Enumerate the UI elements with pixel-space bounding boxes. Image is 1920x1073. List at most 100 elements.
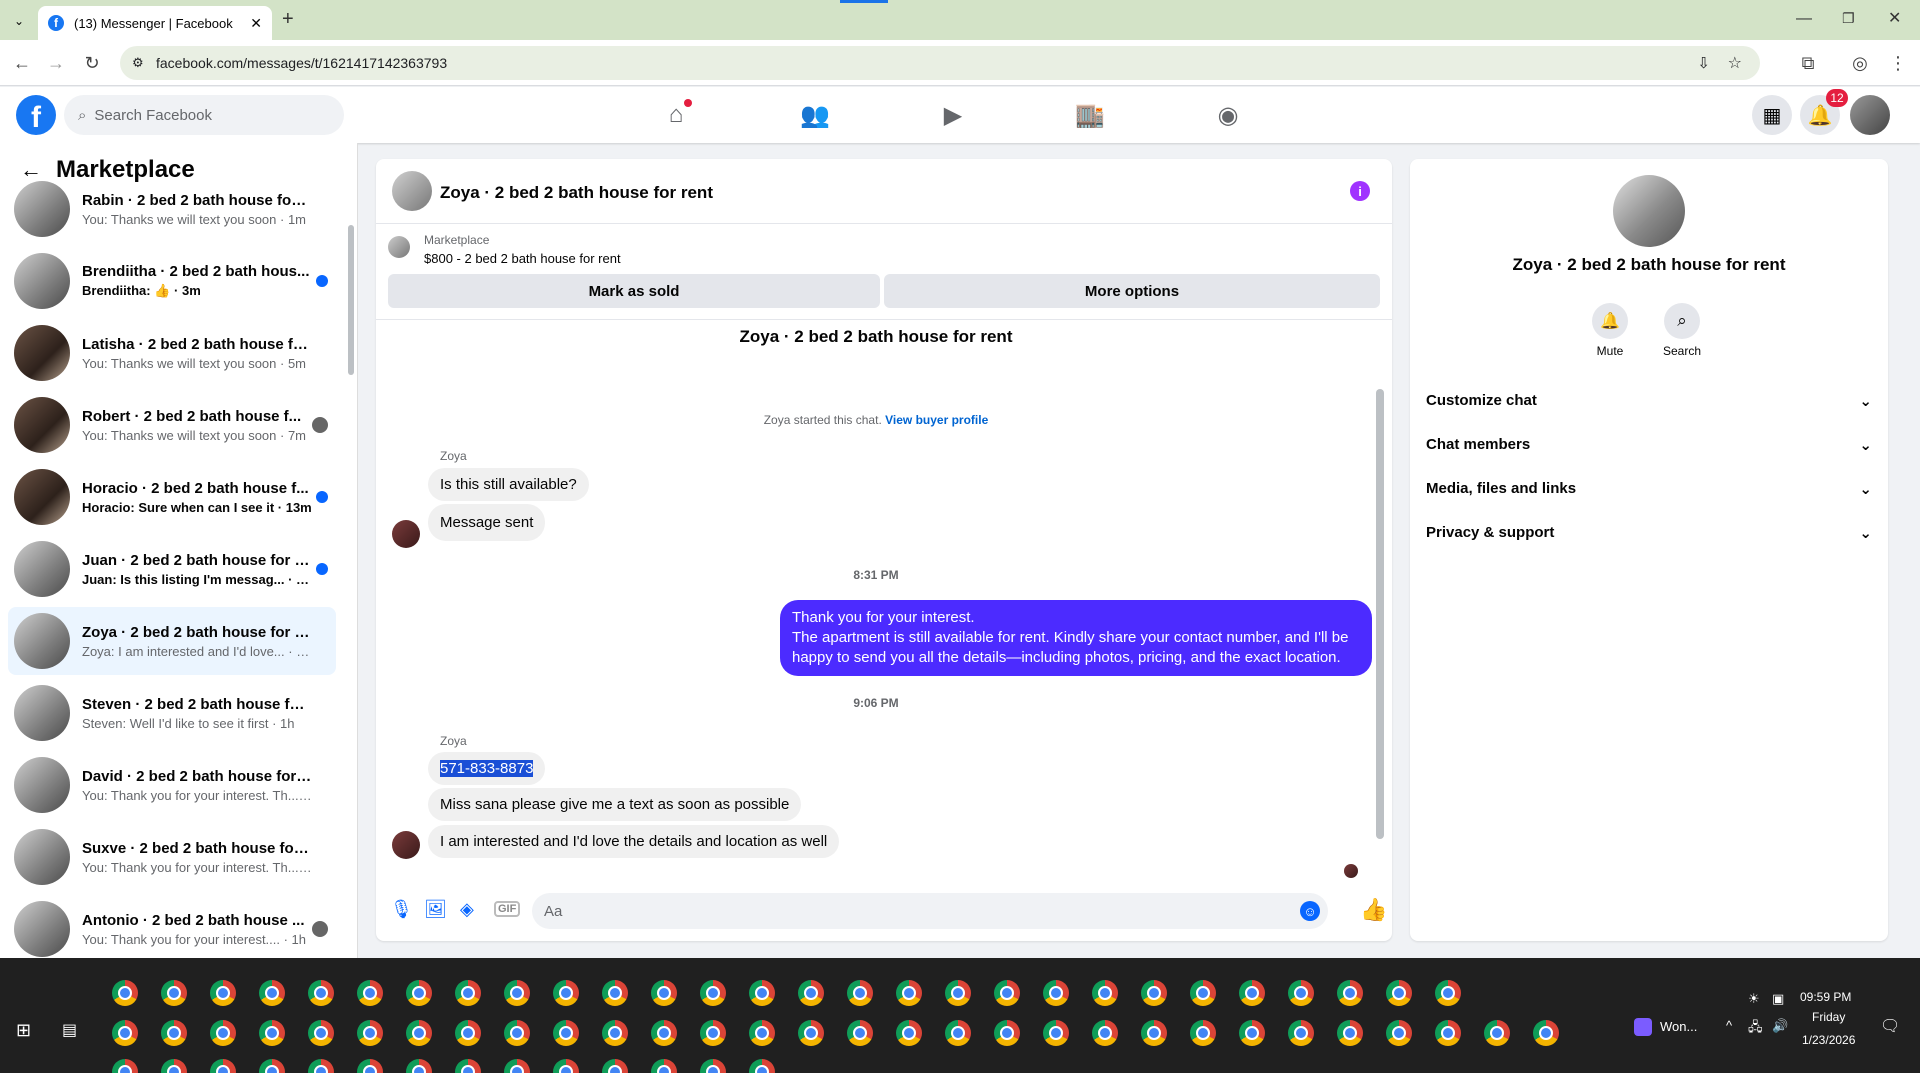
chrome-taskbar-icon[interactable] [798, 980, 824, 1006]
facebook-logo[interactable]: f [16, 95, 56, 135]
selected-phone-number[interactable]: 571-833-8873 [440, 760, 534, 777]
zoom-app-icon[interactable] [1634, 1018, 1652, 1036]
profile-icon[interactable]: ◎ [1846, 49, 1874, 77]
chrome-taskbar-icon[interactable] [1435, 1020, 1461, 1046]
chrome-taskbar-icon[interactable] [1141, 980, 1167, 1006]
chrome-taskbar-icon[interactable] [749, 1059, 775, 1073]
chrome-taskbar-icon[interactable] [1092, 1020, 1118, 1046]
volume-icon[interactable]: 🔊 [1772, 1018, 1788, 1034]
minimize-icon[interactable]: — [1796, 10, 1812, 28]
marketplace-nav-icon[interactable]: 🏬 [1070, 97, 1110, 133]
chrome-taskbar-icon[interactable] [1239, 1020, 1265, 1046]
chrome-taskbar-icon[interactable] [210, 980, 236, 1006]
chrome-taskbar-icon[interactable] [259, 1020, 285, 1046]
chrome-taskbar-icon[interactable] [700, 1020, 726, 1046]
friends-nav-icon[interactable]: 👥 [795, 97, 835, 133]
clock-time[interactable]: 09:59 PM [1800, 990, 1851, 1004]
chrome-taskbar-icon[interactable] [1141, 1020, 1167, 1046]
media-files-links-section[interactable]: Media, files and links ⌄ [1426, 480, 1872, 498]
conversation-item[interactable]: David · 2 bed 2 bath house for r... You: … [8, 751, 336, 819]
chrome-taskbar-icon[interactable] [602, 1059, 628, 1073]
chrome-taskbar-icon[interactable] [553, 980, 579, 1006]
chrome-taskbar-icon[interactable] [1043, 980, 1069, 1006]
thumbs-up-icon[interactable]: 👍 [1360, 897, 1387, 923]
chrome-taskbar-icon[interactable] [700, 980, 726, 1006]
chrome-taskbar-icon[interactable] [847, 980, 873, 1006]
privacy-support-section[interactable]: Privacy & support ⌄ [1426, 524, 1872, 542]
search-chat-icon[interactable]: ⌕ [1664, 303, 1700, 339]
address-bar[interactable]: ⚙ facebook.com/messages/t/16214171423637… [120, 46, 1760, 80]
chrome-taskbar-icon[interactable] [994, 1020, 1020, 1046]
conversation-item[interactable]: Rabin · 2 bed 2 bath house for r... You: … [8, 175, 336, 243]
sender-avatar[interactable] [392, 520, 420, 548]
view-buyer-profile-link[interactable]: View buyer profile [885, 413, 988, 427]
forward-icon[interactable]: → [42, 49, 70, 77]
chrome-taskbar-icon[interactable] [1092, 980, 1118, 1006]
chrome-taskbar-icon[interactable] [945, 980, 971, 1006]
chrome-taskbar-icon[interactable] [700, 1059, 726, 1073]
message-bubble-out[interactable]: Thank you for your interest. The apartmen… [780, 600, 1372, 676]
chrome-taskbar-icon[interactable] [308, 1059, 334, 1073]
chrome-taskbar-icon[interactable] [504, 980, 530, 1006]
chrome-taskbar-icon[interactable] [1190, 1020, 1216, 1046]
sender-avatar[interactable] [392, 831, 420, 859]
chrome-taskbar-icon[interactable] [112, 1059, 138, 1073]
message-bubble-in[interactable]: Miss sana please give me a text as soon … [428, 788, 802, 821]
chrome-taskbar-icon[interactable] [357, 1059, 383, 1073]
chrome-taskbar-icon[interactable] [1043, 1020, 1069, 1046]
windows-start-icon[interactable]: ⊞ [16, 1020, 31, 1041]
chrome-taskbar-icon[interactable] [1288, 980, 1314, 1006]
details-avatar[interactable] [1613, 175, 1685, 247]
chrome-taskbar-icon[interactable] [210, 1020, 236, 1046]
chrome-taskbar-icon[interactable] [896, 980, 922, 1006]
chrome-taskbar-icon[interactable] [455, 980, 481, 1006]
back-icon[interactable]: ← [8, 49, 36, 77]
mute-bell-icon[interactable]: 🔔 [1592, 303, 1628, 339]
chrome-taskbar-icon[interactable] [1239, 980, 1265, 1006]
photo-icon[interactable]: 🖼 [424, 899, 447, 920]
message-bubble-in[interactable]: 571-833-8873 [428, 752, 546, 785]
message-composer-input[interactable]: Aa ☺ [532, 893, 1328, 929]
chrome-taskbar-icon[interactable] [798, 1020, 824, 1046]
conversation-item[interactable]: Antonio · 2 bed 2 bath house ... You: Tha… [8, 895, 336, 958]
task-view-icon[interactable]: ▤ [62, 1020, 77, 1040]
facebook-search-input[interactable]: ⌕ Search Facebook [64, 95, 344, 135]
chrome-taskbar-icon[interactable] [112, 1020, 138, 1046]
clock-date[interactable]: 1/23/2026 [1802, 1033, 1855, 1047]
chrome-taskbar-icon[interactable] [749, 980, 775, 1006]
clock-day[interactable]: Friday [1812, 1010, 1845, 1024]
tray-app-icon[interactable]: ☀ [1748, 991, 1760, 1007]
chrome-taskbar-icon[interactable] [1386, 980, 1412, 1006]
chat-header-title[interactable]: Zoya · 2 bed 2 bath house for rent [440, 183, 713, 203]
conversation-item[interactable]: Latisha · 2 bed 2 bath house for ... You:… [8, 319, 336, 387]
taskbar-app-label[interactable]: Won... [1660, 1019, 1697, 1034]
chat-scrollbar[interactable] [1376, 389, 1384, 839]
chat-header-avatar[interactable] [392, 171, 432, 211]
sticker-icon[interactable]: ◈ [460, 899, 474, 920]
message-bubble-in[interactable]: I am interested and I'd love the details… [428, 825, 840, 858]
customize-chat-section[interactable]: Customize chat ⌄ [1426, 392, 1872, 410]
reload-icon[interactable]: ↻ [78, 49, 106, 77]
chrome-taskbar-icon[interactable] [651, 980, 677, 1006]
emoji-icon[interactable]: ☺ [1300, 901, 1320, 921]
chrome-taskbar-icon[interactable] [1435, 980, 1461, 1006]
network-icon[interactable]: 🖧 [1748, 1018, 1763, 1040]
tray-device-icon[interactable]: ▣ [1772, 991, 1784, 1007]
chrome-taskbar-icon[interactable] [308, 980, 334, 1006]
chrome-taskbar-icon[interactable] [455, 1020, 481, 1046]
browser-tab[interactable]: f (13) Messenger | Facebook ✕ [38, 6, 272, 40]
chrome-taskbar-icon[interactable] [357, 980, 383, 1006]
home-nav-icon[interactable]: ⌂ [656, 97, 696, 133]
chrome-taskbar-icon[interactable] [1190, 980, 1216, 1006]
chrome-taskbar-icon[interactable] [945, 1020, 971, 1046]
video-nav-icon[interactable]: ▶ [933, 97, 973, 133]
chrome-taskbar-icon[interactable] [1386, 1020, 1412, 1046]
account-avatar[interactable] [1850, 95, 1890, 135]
chrome-taskbar-icon[interactable] [651, 1020, 677, 1046]
chrome-taskbar-icon[interactable] [1337, 1020, 1363, 1046]
chrome-taskbar-icon[interactable] [651, 1059, 677, 1073]
chrome-taskbar-icon[interactable] [602, 1020, 628, 1046]
chrome-taskbar-icon[interactable] [210, 1059, 236, 1073]
chrome-taskbar-icon[interactable] [602, 980, 628, 1006]
chrome-taskbar-icon[interactable] [406, 980, 432, 1006]
